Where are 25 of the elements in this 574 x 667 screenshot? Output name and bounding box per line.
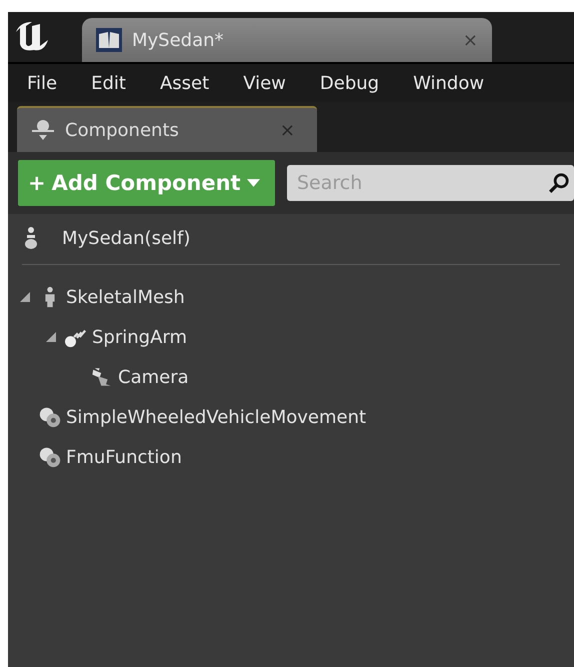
tree-item[interactable]: SimpleWheeledVehicleMovement [66, 406, 366, 428]
gears-icon [38, 406, 62, 428]
tree-item[interactable]: MySedan(self) [62, 228, 190, 248]
component-icon [31, 118, 55, 142]
tree-item[interactable]: SpringArm [92, 326, 188, 348]
search-icon [548, 172, 570, 194]
pawn-icon [24, 226, 38, 250]
tab-title: MySedan* [132, 30, 225, 50]
caret-icon [246, 179, 260, 187]
gears-icon [38, 446, 62, 468]
tab-title: Components [65, 120, 180, 140]
menu-item[interactable]: File [27, 72, 58, 94]
tree-item[interactable]: Camera [118, 366, 189, 388]
menu-item[interactable]: View [243, 72, 286, 94]
menu-item[interactable]: Window [413, 72, 484, 94]
menu-item[interactable]: Asset [160, 72, 210, 94]
expand-arrow-icon[interactable] [20, 292, 30, 302]
components-tab[interactable]: Components × [17, 106, 317, 152]
expand-arrow-icon[interactable] [46, 332, 56, 342]
search-field[interactable]: Search [287, 165, 574, 201]
menu-item[interactable]: Edit [91, 72, 126, 94]
tree-item[interactable]: FmuFunction [66, 446, 182, 468]
tree-item[interactable]: SkeletalMesh [66, 286, 185, 308]
menu-item[interactable]: Debug [320, 72, 380, 94]
book-icon [96, 28, 122, 52]
